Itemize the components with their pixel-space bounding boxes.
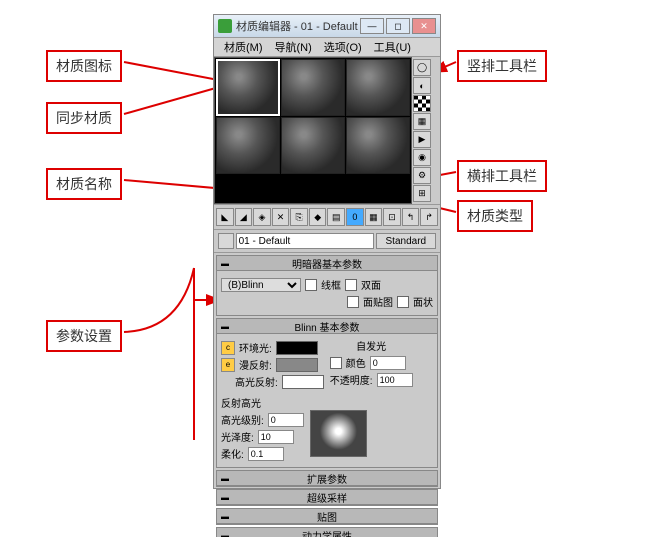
make-copy-button[interactable]: ⎘ bbox=[290, 208, 308, 226]
faceted-checkbox[interactable] bbox=[397, 296, 409, 308]
opacity-value[interactable]: 100 bbox=[377, 373, 413, 387]
specular-swatch[interactable] bbox=[282, 375, 324, 389]
go-forward-button[interactable]: ↱ bbox=[420, 208, 438, 226]
annotation-material-icon: 材质图标 bbox=[46, 50, 122, 82]
glossiness-value[interactable]: 10 bbox=[258, 430, 294, 444]
rollout-blinn: Blinn 基本参数 c 环境光: e 漫反射: 高光反射: 自发光 颜色 0 不透明… bbox=[216, 318, 438, 468]
highlight-preview bbox=[310, 410, 367, 457]
sample-slot-4[interactable] bbox=[216, 117, 280, 174]
si-color-checkbox[interactable] bbox=[330, 357, 342, 369]
horizontal-toolbar: ◣ ◢ ◈ ✕ ⎘ ◆ ▤ 0 ▦ ⊡ ↰ ↱ bbox=[214, 205, 440, 230]
si-value[interactable]: 0 bbox=[370, 356, 406, 370]
spec-level-value[interactable]: 0 bbox=[268, 413, 304, 427]
material-type-button[interactable]: Standard bbox=[376, 233, 436, 249]
sample-uv-button[interactable]: ▦ bbox=[413, 113, 431, 130]
diffuse-label: 漫反射: bbox=[239, 357, 272, 372]
maximize-button[interactable]: ◻ bbox=[386, 18, 410, 34]
menu-navigate[interactable]: 导航(N) bbox=[269, 39, 318, 55]
put-to-library-button[interactable]: ▤ bbox=[327, 208, 345, 226]
face-map-checkbox[interactable] bbox=[347, 296, 359, 308]
rollout-header-extended[interactable]: 扩展参数 bbox=[217, 471, 437, 486]
two-sided-label: 双面 bbox=[361, 277, 381, 292]
menu-material[interactable]: 材质(M) bbox=[218, 39, 269, 55]
rollout-extended: 扩展参数 bbox=[216, 470, 438, 487]
menu-options[interactable]: 选项(O) bbox=[318, 39, 368, 55]
material-id-button[interactable]: 0 bbox=[346, 208, 364, 226]
faceted-label: 面状 bbox=[413, 294, 433, 309]
options-button[interactable]: ⚙ bbox=[413, 167, 431, 184]
menu-tools[interactable]: 工具(U) bbox=[368, 39, 417, 55]
titlebar[interactable]: 材质编辑器 - 01 - Default — ◻ ✕ bbox=[214, 15, 440, 38]
annotation-sync-material: 同步材质 bbox=[46, 102, 122, 134]
spec-level-label: 高光级别: bbox=[221, 412, 264, 427]
reset-button[interactable]: ✕ bbox=[272, 208, 290, 226]
sample-type-button[interactable]: ◯ bbox=[413, 59, 431, 76]
assign-button[interactable]: ◈ bbox=[253, 208, 271, 226]
wire-label: 线框 bbox=[321, 277, 341, 292]
sample-slot-3[interactable] bbox=[346, 59, 410, 116]
soften-value[interactable]: 0.1 bbox=[248, 447, 284, 461]
material-editor-window: 材质编辑器 - 01 - Default — ◻ ✕ 材质(M) 导航(N) 选… bbox=[213, 14, 441, 489]
put-to-scene-button[interactable]: ◢ bbox=[235, 208, 253, 226]
sample-slot-6[interactable] bbox=[346, 117, 410, 174]
background-button[interactable] bbox=[413, 95, 431, 112]
rollout-header-dynamics[interactable]: 动力学属性 bbox=[217, 528, 437, 537]
annotation-param-settings: 参数设置 bbox=[46, 320, 122, 352]
parameter-area: 明暗器基本参数 (B)Blinn 线框 双面 面贴图 面状 Blinn 基本参数… bbox=[214, 253, 440, 537]
glossiness-label: 光泽度: bbox=[221, 429, 254, 444]
show-map-button[interactable]: ▦ bbox=[365, 208, 383, 226]
make-unique-button[interactable]: ◆ bbox=[309, 208, 327, 226]
rollout-header-blinn[interactable]: Blinn 基本参数 bbox=[217, 319, 437, 334]
preview-button[interactable]: ◉ bbox=[413, 149, 431, 166]
sample-slot-2[interactable] bbox=[281, 59, 345, 116]
sample-area: ◯ ◐ ▦ ▶ ◉ ⚙ ⊞ bbox=[214, 57, 440, 205]
close-button[interactable]: ✕ bbox=[412, 18, 436, 34]
wire-checkbox[interactable] bbox=[305, 279, 317, 291]
two-sided-checkbox[interactable] bbox=[345, 279, 357, 291]
rollout-dynamics: 动力学属性 bbox=[216, 527, 438, 537]
ambient-lock[interactable]: c bbox=[221, 341, 235, 355]
sample-slot-5[interactable] bbox=[281, 117, 345, 174]
rollout-supersampling: 超级采样 bbox=[216, 489, 438, 506]
material-map-button[interactable]: ⊞ bbox=[413, 185, 431, 202]
self-illum-label: 自发光 bbox=[330, 338, 413, 353]
minimize-button[interactable]: — bbox=[360, 18, 384, 34]
material-name-input[interactable] bbox=[236, 233, 374, 249]
opacity-label: 不透明度: bbox=[330, 372, 373, 387]
go-parent-button[interactable]: ↰ bbox=[402, 208, 420, 226]
sample-slot-1[interactable] bbox=[216, 59, 280, 116]
rollout-header-shader[interactable]: 明暗器基本参数 bbox=[217, 256, 437, 271]
ambient-label: 环境光: bbox=[239, 340, 272, 355]
face-map-label: 面贴图 bbox=[363, 294, 393, 309]
diffuse-swatch[interactable] bbox=[276, 358, 318, 372]
sample-grid bbox=[214, 57, 412, 204]
video-check-button[interactable]: ▶ bbox=[413, 131, 431, 148]
get-material-button[interactable]: ◣ bbox=[216, 208, 234, 226]
annotation-horizontal-toolbar: 横排工具栏 bbox=[457, 160, 547, 192]
annotation-material-type: 材质类型 bbox=[457, 200, 533, 232]
annotation-vertical-toolbar: 竖排工具栏 bbox=[457, 50, 547, 82]
rollout-maps: 贴图 bbox=[216, 508, 438, 525]
name-bar: Standard bbox=[214, 230, 440, 253]
ambient-swatch[interactable] bbox=[276, 341, 318, 355]
pick-material-button[interactable] bbox=[218, 233, 234, 249]
backlight-button[interactable]: ◐ bbox=[413, 77, 431, 94]
window-title: 材质编辑器 - 01 - Default bbox=[236, 18, 360, 34]
rollout-header-supersampling[interactable]: 超级采样 bbox=[217, 490, 437, 505]
show-end-button[interactable]: ⊡ bbox=[383, 208, 401, 226]
si-color-label: 颜色 bbox=[346, 355, 366, 370]
annotation-material-name: 材质名称 bbox=[46, 168, 122, 200]
spec-highlights-label: 反射高光 bbox=[221, 395, 433, 410]
specular-label: 高光反射: bbox=[235, 374, 278, 389]
diffuse-lock[interactable]: e bbox=[221, 358, 235, 372]
menubar: 材质(M) 导航(N) 选项(O) 工具(U) bbox=[214, 38, 440, 57]
app-icon bbox=[218, 19, 232, 33]
shader-type-select[interactable]: (B)Blinn bbox=[221, 278, 301, 292]
rollout-shader-basic: 明暗器基本参数 (B)Blinn 线框 双面 面贴图 面状 bbox=[216, 255, 438, 316]
soften-label: 柔化: bbox=[221, 446, 244, 461]
rollout-header-maps[interactable]: 贴图 bbox=[217, 509, 437, 524]
vertical-toolbar: ◯ ◐ ▦ ▶ ◉ ⚙ ⊞ bbox=[412, 57, 434, 204]
